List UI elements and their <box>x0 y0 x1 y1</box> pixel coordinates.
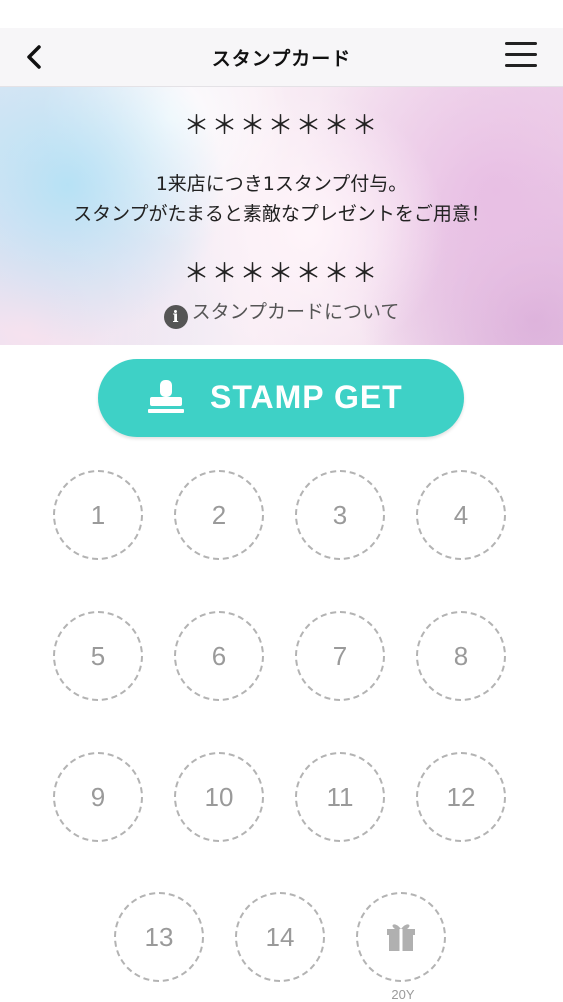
banner-masked-text-bottom: ＊＊＊＊＊＊＊ <box>183 259 380 289</box>
menu-button[interactable] <box>503 42 539 72</box>
hamburger-menu-icon <box>503 42 539 67</box>
gift-icon <box>387 924 415 951</box>
stamp-get-label: STAMP GET <box>210 379 403 415</box>
status-bar <box>0 0 563 28</box>
banner-masked-text-top: ＊＊＊＊＊＊＊ <box>183 111 380 141</box>
about-stamp-card-link[interactable]: i スタンプカードについて <box>0 297 563 329</box>
page-title: スタンプカード <box>211 48 352 70</box>
stamp-slot: 10 <box>174 752 264 842</box>
stamp-slot: 14 <box>235 892 325 982</box>
stamp-slot: 12 <box>416 752 506 842</box>
stamp-slot: 3 <box>295 470 385 560</box>
stamp-slot: 13 <box>114 892 204 982</box>
about-stamp-card-label: スタンプカードについて <box>191 301 400 323</box>
info-icon: i <box>163 305 188 329</box>
stamp-get-button[interactable]: STAMP GET <box>98 359 464 437</box>
stamp-slot: 1 <box>53 470 143 560</box>
stamp-slot: 2 <box>174 470 264 560</box>
banner-text-line-1: 1来店につき1スタンプ付与。 <box>155 173 408 195</box>
stamp-slot: 11 <box>295 752 385 842</box>
stamp-slot: 9 <box>53 752 143 842</box>
stamp-slot: 6 <box>174 611 264 701</box>
nav-bar: スタンプカード <box>0 28 563 87</box>
reward-slot <box>356 892 446 982</box>
stamp-slot: 4 <box>416 470 506 560</box>
stamp-icon <box>148 380 184 413</box>
banner-text-line-2: スタンプがたまると素敵なプレゼントをご用意！ <box>73 203 490 225</box>
stamp-slot: 5 <box>53 611 143 701</box>
info-banner: ＊＊＊＊＊＊＊ 1来店につき1スタンプ付与。 スタンプがたまると素敵なプレゼント… <box>0 87 563 345</box>
stamp-slot: 8 <box>416 611 506 701</box>
stamp-slot: 7 <box>295 611 385 701</box>
